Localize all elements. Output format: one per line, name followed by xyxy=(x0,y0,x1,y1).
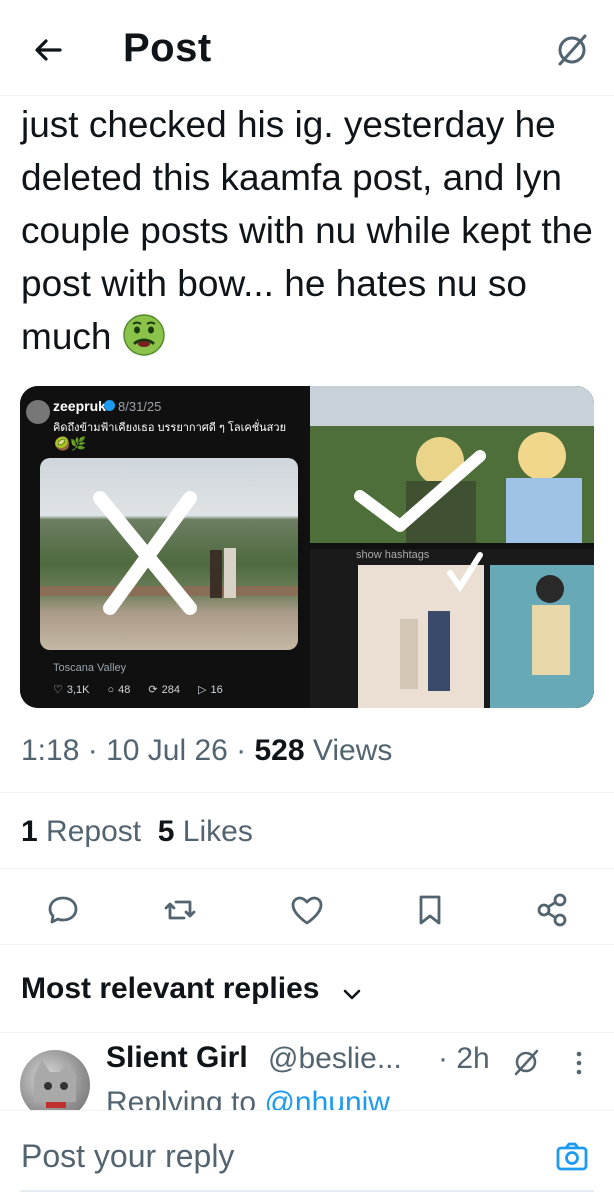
reposts-label[interactable]: Repost xyxy=(46,815,141,848)
avatar xyxy=(26,400,50,424)
like-heart-icon[interactable] xyxy=(287,890,327,930)
likes-count: 5 xyxy=(157,815,175,848)
views-count: 528 xyxy=(254,734,305,767)
share-icon[interactable] xyxy=(532,890,572,930)
views-label: Views xyxy=(312,734,393,767)
store-photo[interactable]: show hashtags xyxy=(310,549,594,708)
grok-icon[interactable] xyxy=(552,30,592,70)
back-arrow-icon[interactable] xyxy=(28,30,68,70)
embedded-likes: ♡ 3,1K xyxy=(53,683,90,697)
verified-badge-icon xyxy=(104,400,115,411)
repost-icon[interactable] xyxy=(160,890,200,930)
top-bar xyxy=(0,0,614,96)
couple-photo[interactable] xyxy=(310,386,594,543)
chevron-down-icon[interactable] xyxy=(340,982,364,1006)
reply-author-name[interactable]: Slient Girl xyxy=(106,1041,248,1075)
nauseated-face-icon xyxy=(122,313,166,357)
embedded-shares-count: 16 xyxy=(210,683,223,696)
embedded-shares: ▷ 16 xyxy=(198,683,223,697)
reply-author-handle[interactable]: @beslie... xyxy=(268,1042,402,1076)
embedded-comments: ○ 48 xyxy=(108,683,131,696)
embedded-likes-count: 3,1K xyxy=(66,683,90,696)
reply-icon[interactable] xyxy=(43,890,83,930)
embedded-reposts-count: 284 xyxy=(161,683,180,696)
post-meta: 1:18 · 10 Jul 26 · 528 Views xyxy=(21,734,393,767)
embedded-post-screenshot[interactable]: zeepruk 8/31/25 คิดถึงข้ามฟ้าเคียงเธอ บร… xyxy=(20,386,304,708)
reply-time-value: 2h xyxy=(456,1042,490,1075)
more-options-icon[interactable] xyxy=(564,1048,594,1078)
grok-icon[interactable] xyxy=(510,1046,542,1078)
embedded-stats: ♡ 3,1K ○ 48 ⟳ 284 ▷ 16 xyxy=(53,683,223,697)
bookmark-icon[interactable] xyxy=(410,890,450,930)
landscape-photo xyxy=(40,458,298,650)
reply-input[interactable]: Post your reply xyxy=(21,1138,234,1175)
divider xyxy=(0,868,614,869)
reply-time: · 2h xyxy=(438,1042,490,1075)
likes-label[interactable]: Likes xyxy=(183,815,253,848)
composer-underline xyxy=(20,1190,594,1192)
embedded-username: zeepruk xyxy=(53,398,106,414)
camera-icon[interactable] xyxy=(552,1137,592,1177)
leaf-emoji-icon: 🥝🌿 xyxy=(54,436,87,451)
engagement-counts: 1 Repost 5 Likes xyxy=(21,815,253,849)
divider xyxy=(0,792,614,793)
send-icon: ▷ xyxy=(198,684,207,696)
embedded-comments-count: 48 xyxy=(118,683,131,696)
reposts-count: 1 xyxy=(21,815,38,848)
replies-sort-label[interactable]: Most relevant replies xyxy=(21,972,319,1006)
embedded-location: Toscana Valley xyxy=(53,662,127,674)
action-bar xyxy=(0,880,614,942)
media-grid[interactable]: zeepruk 8/31/25 คิดถึงข้ามฟ้าเคียงเธอ บร… xyxy=(20,386,594,708)
tweet-text: just checked his ig. yesterday he delete… xyxy=(21,98,601,363)
divider xyxy=(0,944,614,945)
tweet-text-content: just checked his ig. yesterday he delete… xyxy=(21,104,593,357)
page-title: Post xyxy=(123,26,212,70)
comment-icon: ○ xyxy=(107,683,115,696)
embedded-reposts: ⟳ 284 xyxy=(148,683,180,697)
repost-icon: ⟳ xyxy=(148,684,158,696)
embedded-caption: คิดถึงข้ามฟ้าเคียงเธอ บรรยากาศดี ๆ โลเคช… xyxy=(53,422,287,434)
embedded-date: 8/31/25 xyxy=(118,399,162,414)
heart-icon: ♡ xyxy=(53,684,63,696)
post-time: 1:18 xyxy=(21,734,80,767)
post-date: 10 Jul 26 xyxy=(106,734,228,767)
divider xyxy=(0,1032,614,1033)
